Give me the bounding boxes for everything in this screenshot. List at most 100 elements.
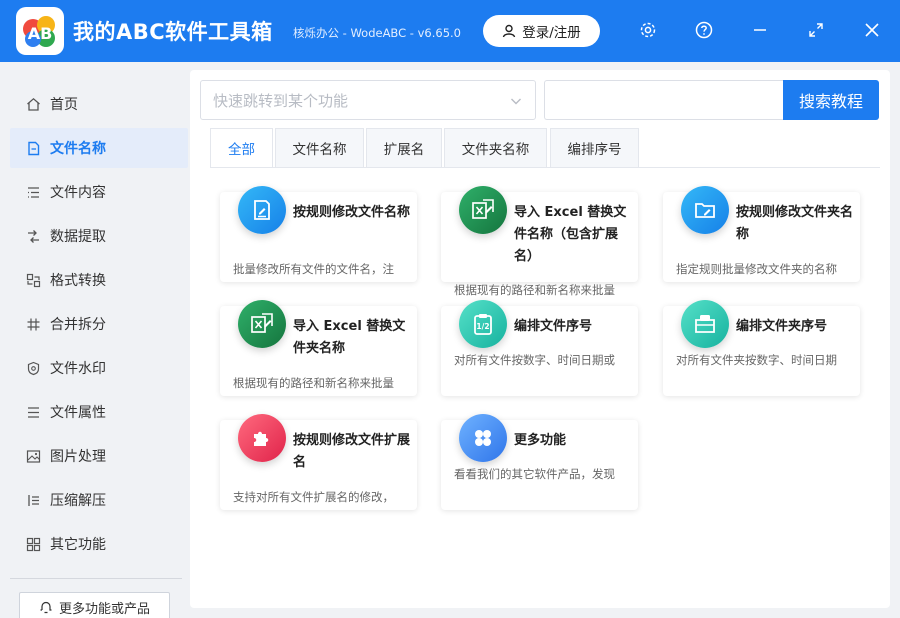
list-icon — [24, 183, 42, 201]
card-title: 编排文件序号 — [514, 319, 593, 334]
sidebar-item-label: 压缩解压 — [50, 493, 106, 509]
sidebar-item-watermark[interactable]: 文件水印 — [10, 348, 188, 388]
clipboard-number-icon: 1/2 — [459, 300, 507, 348]
card-desc: 支持对所有文件扩展名的修改， — [233, 490, 394, 504]
card-title: 按规则修改文件扩展名 — [293, 433, 411, 470]
sidebar-item-home[interactable]: 首页 — [10, 84, 188, 124]
sidebar-item-label: 首页 — [50, 97, 78, 113]
sidebar-item-compress[interactable]: 压缩解压 — [10, 480, 188, 520]
card-title: 按规则修改文件夹名称 — [736, 205, 854, 242]
tab-file-name[interactable]: 文件名称 — [275, 128, 364, 168]
title-bar: AB 我的ABC软件工具箱 核烁办公 - WodeABC - v6.65.0 登… — [0, 0, 900, 62]
login-button[interactable]: 登录/注册 — [483, 15, 600, 47]
card-desc: 根据现有的路径和新名称来批量 — [454, 283, 615, 297]
properties-icon — [24, 403, 42, 421]
tab-label: 全部 — [228, 142, 255, 158]
card-title: 导入 Excel 替换文件名称（包含扩展名） — [514, 205, 627, 264]
card-number-folders[interactable]: 编排文件夹序号 对所有文件夹按数字、时间日期 — [663, 300, 860, 396]
convert-icon — [24, 271, 42, 289]
maximize-icon[interactable] — [805, 19, 827, 41]
sidebar-item-label: 格式转换 — [50, 273, 106, 289]
more-apps-icon — [459, 414, 507, 462]
close-icon[interactable] — [861, 19, 883, 41]
search-tutorial-button[interactable]: 搜索教程 — [783, 80, 879, 120]
folder-edit-icon — [681, 186, 729, 234]
extract-icon — [24, 227, 42, 245]
card-desc: 对所有文件按数字、时间日期或 — [454, 353, 615, 367]
sidebar-divider — [10, 578, 182, 579]
sidebar-item-merge-split[interactable]: 合并拆分 — [10, 304, 188, 344]
sidebar-item-label: 文件内容 — [50, 185, 106, 201]
card-title: 更多功能 — [514, 433, 567, 448]
quick-jump-select[interactable]: 快速跳转到某个功能 — [200, 80, 536, 120]
sidebar: 首页 文件名称 文件内容 数据提取 格式转换 合并拆分 文件水印 文件属性 图片… — [0, 62, 190, 618]
compress-icon — [24, 491, 42, 509]
sidebar-item-file-content[interactable]: 文件内容 — [10, 172, 188, 212]
user-icon — [503, 24, 516, 38]
excel-icon — [238, 300, 286, 348]
app-logo: AB — [16, 7, 64, 55]
more-products-button[interactable]: 更多功能或产品 — [19, 592, 170, 618]
excel-icon — [459, 186, 507, 234]
card-number-files[interactable]: 1/2 编排文件序号 对所有文件按数字、时间日期或 — [441, 300, 638, 396]
tab-extension[interactable]: 扩展名 — [366, 128, 442, 168]
sidebar-item-format-convert[interactable]: 格式转换 — [10, 260, 188, 300]
edit-document-icon — [238, 186, 286, 234]
tab-label: 扩展名 — [383, 142, 425, 158]
sidebar-item-image-process[interactable]: 图片处理 — [10, 436, 188, 476]
tab-folder-name[interactable]: 文件夹名称 — [444, 128, 547, 168]
card-desc: 对所有文件夹按数字、时间日期 — [676, 353, 837, 367]
settings-gear-icon[interactable] — [637, 19, 659, 41]
sidebar-item-file-name[interactable]: 文件名称 — [10, 128, 188, 168]
tab-label: 文件名称 — [292, 142, 347, 158]
sidebar-item-label: 文件名称 — [50, 141, 106, 157]
minimize-icon[interactable] — [749, 19, 771, 41]
search-button-label: 搜索教程 — [798, 92, 863, 111]
tab-label: 文件夹名称 — [461, 142, 530, 158]
logo-text: AB — [28, 24, 53, 43]
sidebar-item-file-properties[interactable]: 文件属性 — [10, 392, 188, 432]
sidebar-item-other[interactable]: 其它功能 — [10, 524, 188, 564]
sidebar-item-label: 合并拆分 — [50, 317, 106, 333]
sidebar-item-label: 文件属性 — [50, 405, 106, 421]
card-title: 编排文件夹序号 — [736, 319, 828, 334]
card-more-features[interactable]: 更多功能 看看我们的其它软件产品，发现 — [441, 414, 638, 510]
tab-all[interactable]: 全部 — [210, 128, 273, 168]
other-icon — [24, 535, 42, 553]
image-icon — [24, 447, 42, 465]
merge-split-icon — [24, 315, 42, 333]
app-title: 我的ABC软件工具箱 — [73, 20, 273, 44]
watermark-icon — [24, 359, 42, 377]
card-excel-replace-file-name[interactable]: 导入 Excel 替换文件名称（包含扩展名） 根据现有的路径和新名称来批量 — [441, 186, 638, 297]
puzzle-icon — [238, 414, 286, 462]
search-input[interactable] — [544, 80, 784, 120]
bell-icon — [40, 601, 52, 614]
svg-text:1/2: 1/2 — [476, 322, 489, 331]
sidebar-item-data-extract[interactable]: 数据提取 — [10, 216, 188, 256]
chevron-down-icon — [511, 98, 521, 105]
card-title: 导入 Excel 替换文件夹名称 — [293, 319, 406, 356]
file-name-icon — [24, 139, 42, 157]
tab-label: 编排序号 — [567, 142, 622, 158]
card-desc: 根据现有的路径和新名称来批量 — [233, 376, 394, 390]
main-panel: 快速跳转到某个功能 搜索教程 全部 文件名称 扩展名 文件夹名称 编排序号 按规… — [190, 70, 890, 608]
more-products-label: 更多功能或产品 — [58, 601, 150, 617]
card-rename-folder-by-rule[interactable]: 按规则修改文件夹名称 指定规则批量修改文件夹的名称 — [663, 186, 860, 282]
card-excel-replace-folder-name[interactable]: 导入 Excel 替换文件夹名称 根据现有的路径和新名称来批量 — [220, 300, 417, 396]
tab-divider — [210, 167, 880, 168]
folder-number-icon — [681, 300, 729, 348]
help-icon[interactable] — [693, 19, 715, 41]
app-subtitle: 核烁办公 - WodeABC - v6.65.0 — [293, 26, 461, 40]
home-icon — [24, 95, 42, 113]
sidebar-item-label: 其它功能 — [50, 537, 106, 553]
sidebar-item-label: 数据提取 — [50, 229, 106, 245]
card-rename-extension-by-rule[interactable]: 按规则修改文件扩展名 支持对所有文件扩展名的修改， — [220, 414, 417, 510]
card-rename-file-by-rule[interactable]: 按规则修改文件名称 批量修改所有文件的文件名，注 — [220, 186, 417, 282]
card-desc: 看看我们的其它软件产品，发现 — [454, 467, 615, 481]
sidebar-item-label: 图片处理 — [50, 449, 106, 465]
card-desc: 指定规则批量修改文件夹的名称 — [676, 262, 837, 276]
tab-numbering[interactable]: 编排序号 — [550, 128, 639, 168]
sidebar-item-label: 文件水印 — [50, 361, 106, 377]
card-desc: 批量修改所有文件的文件名，注 — [233, 262, 394, 276]
card-title: 按规则修改文件名称 — [293, 205, 411, 220]
